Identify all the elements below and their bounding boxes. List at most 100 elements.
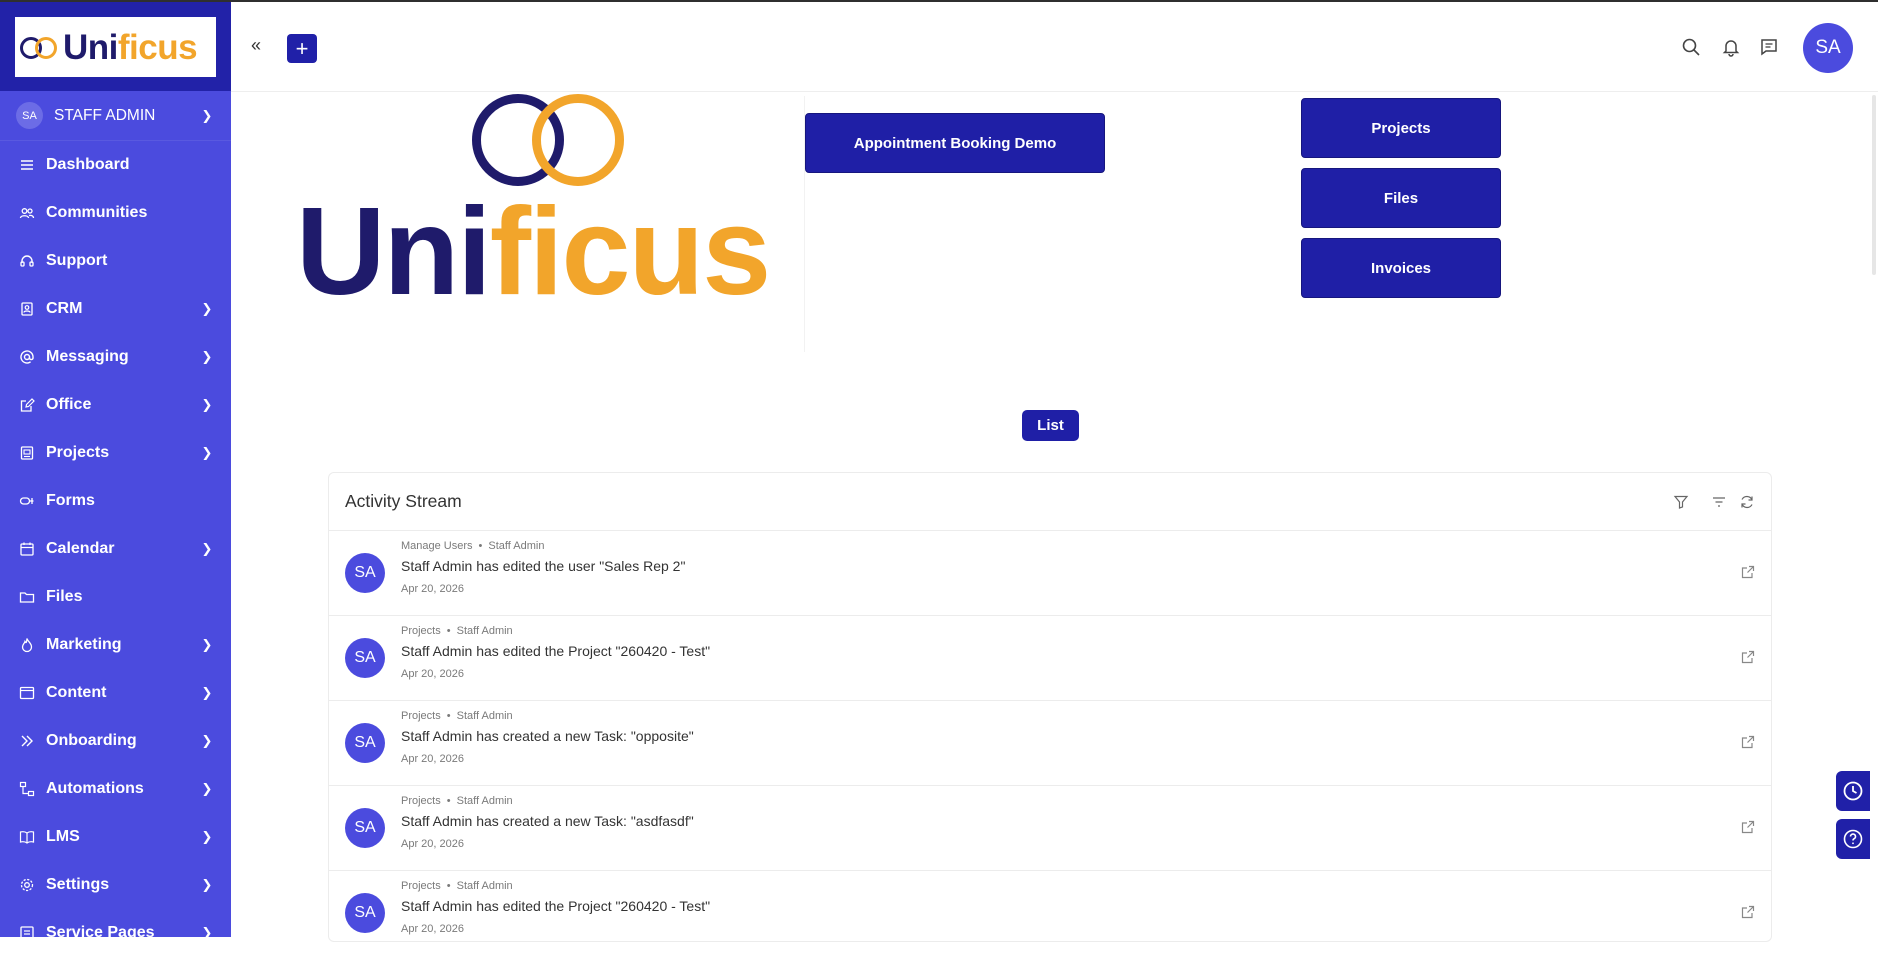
bullet-separator: • — [446, 625, 451, 637]
activity-avatar: SA — [345, 893, 385, 933]
external-link-icon[interactable] — [1741, 820, 1755, 834]
activity-message: Staff Admin has edited the Project "2604… — [401, 643, 711, 659]
refresh-icon[interactable] — [1739, 494, 1755, 510]
rings-icon — [17, 32, 63, 62]
activity-avatar: SA — [345, 638, 385, 678]
invoices-button[interactable]: Invoices — [1301, 238, 1501, 298]
hero-brand-logo: Unificus — [296, 90, 804, 315]
filter-icon[interactable] — [1673, 494, 1689, 510]
activity-meta: Projects • Staff Admin — [401, 880, 513, 892]
clock-icon[interactable] — [1836, 771, 1870, 811]
sort-icon[interactable] — [1711, 494, 1727, 510]
sidebar-item-service-pages[interactable]: Service Pages ❯ — [0, 909, 231, 957]
activity-row[interactable]: SA Projects • Staff Admin Staff Admin has cr… — [329, 786, 1771, 871]
external-link-icon[interactable] — [1741, 735, 1755, 749]
activity-module: Manage Users — [401, 540, 473, 552]
chevron-right-icon: ❯ — [201, 877, 213, 892]
fire-icon — [18, 636, 36, 654]
user-name: STAFF ADMIN — [54, 106, 156, 124]
activity-stream-panel: Activity Stream SA Manage Users • Staff Adm… — [328, 472, 1772, 942]
activity-actor: Staff Admin — [456, 795, 513, 807]
sidebar-item-content[interactable]: Content ❯ — [0, 669, 231, 717]
activity-message: Staff Admin has edited the Project "2604… — [401, 898, 711, 914]
activity-meta: Projects • Staff Admin — [401, 625, 513, 637]
activity-stream-title: Activity Stream — [345, 491, 462, 511]
chevron-right-icon: ❯ — [201, 301, 213, 316]
files-button[interactable]: Files — [1301, 168, 1501, 228]
activity-row[interactable]: SA Projects • Staff Admin Staff Admin has ed… — [329, 871, 1771, 941]
sidebar-item-calendar[interactable]: Calendar ❯ — [0, 525, 231, 573]
sidebar-item-support[interactable]: Support — [0, 237, 231, 285]
sidebar-item-messaging[interactable]: Messaging ❯ — [0, 333, 231, 381]
user-avatar[interactable]: SA — [1803, 23, 1853, 73]
sidebar-item-files[interactable]: Files — [0, 573, 231, 621]
sidebar-item-lms[interactable]: LMS ❯ — [0, 813, 231, 861]
sidebar-item-forms[interactable]: Forms — [0, 477, 231, 525]
search-icon[interactable] — [1681, 37, 1701, 57]
chat-icon[interactable] — [1759, 37, 1779, 57]
sidebar-item-crm[interactable]: CRM ❯ — [0, 285, 231, 333]
sidebar-item-dashboard[interactable]: Dashboard — [0, 141, 231, 189]
add-new-button[interactable]: + — [287, 34, 317, 63]
external-link-icon[interactable] — [1741, 905, 1755, 919]
sidebar-item-settings[interactable]: Settings ❯ — [0, 861, 231, 909]
page-scrollbar[interactable] — [1872, 95, 1876, 275]
ring-gold-icon — [532, 94, 624, 186]
help-icon[interactable] — [1836, 819, 1870, 859]
sidebar-item-label: Service Pages — [46, 924, 155, 941]
activity-date: Apr 20, 2026 — [401, 923, 464, 935]
activity-module: Projects — [401, 880, 441, 892]
activity-list: SA Manage Users • Staff Admin Staff Admin ha… — [329, 531, 1771, 941]
calendar-icon — [18, 540, 36, 558]
chevron-right-icon: ❯ — [201, 107, 213, 123]
sidebar-item-marketing[interactable]: Marketing ❯ — [0, 621, 231, 669]
sidebar-item-label: Calendar — [46, 540, 115, 557]
sidebar-item-label: Onboarding — [46, 732, 137, 749]
external-link-icon[interactable] — [1741, 565, 1755, 579]
double-chevron-icon — [18, 732, 36, 750]
chevron-right-icon: ❯ — [201, 397, 213, 412]
activity-row[interactable]: SA Projects • Staff Admin Staff Admin has cr… — [329, 701, 1771, 786]
sidebar-item-onboarding[interactable]: Onboarding ❯ — [0, 717, 231, 765]
user-mini-avatar: SA — [16, 102, 43, 129]
sidebar-item-automations[interactable]: Automations ❯ — [0, 765, 231, 813]
headset-icon — [18, 252, 36, 270]
sidebar-item-office[interactable]: Office ❯ — [0, 381, 231, 429]
appointment-booking-demo-button[interactable]: Appointment Booking Demo — [805, 113, 1105, 173]
bell-icon[interactable] — [1721, 37, 1741, 57]
contact-book-icon — [18, 300, 36, 318]
activity-message: Staff Admin has edited the user "Sales R… — [401, 558, 686, 574]
sidebar-item-label: Files — [46, 588, 83, 605]
activity-row[interactable]: SA Projects • Staff Admin Staff Admin has ed… — [329, 616, 1771, 701]
activity-row[interactable]: SA Manage Users • Staff Admin Staff Admin ha… — [329, 531, 1771, 616]
activity-module: Projects — [401, 625, 441, 637]
sidebar-user[interactable]: SA STAFF ADMIN ❯ — [0, 91, 231, 141]
sidebar-item-projects[interactable]: Projects ❯ — [0, 429, 231, 477]
sidebar-logo-area: Unificus — [0, 2, 231, 91]
chevron-right-icon: ❯ — [201, 733, 213, 748]
sidebar-item-label: Communities — [46, 204, 148, 221]
activity-date: Apr 20, 2026 — [401, 668, 464, 680]
activity-message: Staff Admin has created a new Task: "asd… — [401, 813, 694, 829]
activity-meta: Projects • Staff Admin — [401, 795, 513, 807]
sidebar-item-label: Content — [46, 684, 107, 701]
activity-meta: Manage Users • Staff Admin — [401, 540, 544, 552]
activity-module: Projects — [401, 795, 441, 807]
chevron-right-icon: ❯ — [201, 349, 213, 364]
list-button[interactable]: List — [1022, 410, 1079, 441]
external-link-icon[interactable] — [1741, 650, 1755, 664]
collapse-sidebar-button[interactable]: « — [251, 35, 271, 55]
activity-actor: Staff Admin — [456, 625, 513, 637]
pages-icon — [18, 924, 36, 942]
activity-stream-header: Activity Stream — [329, 473, 1771, 531]
sidebar-item-label: Messaging — [46, 348, 129, 365]
chevron-right-icon: ❯ — [201, 541, 213, 556]
bullet-separator: • — [446, 880, 451, 892]
brand-logo[interactable]: Unificus — [15, 17, 216, 77]
sidebar: Unificus SA STAFF ADMIN ❯ Dashboard Commu… — [0, 2, 231, 941]
sidebar-item-label: Office — [46, 396, 92, 413]
sidebar-item-communities[interactable]: Communities — [0, 189, 231, 237]
projects-button[interactable]: Projects — [1301, 98, 1501, 158]
flow-icon — [18, 780, 36, 798]
bullet-separator: • — [446, 795, 451, 807]
